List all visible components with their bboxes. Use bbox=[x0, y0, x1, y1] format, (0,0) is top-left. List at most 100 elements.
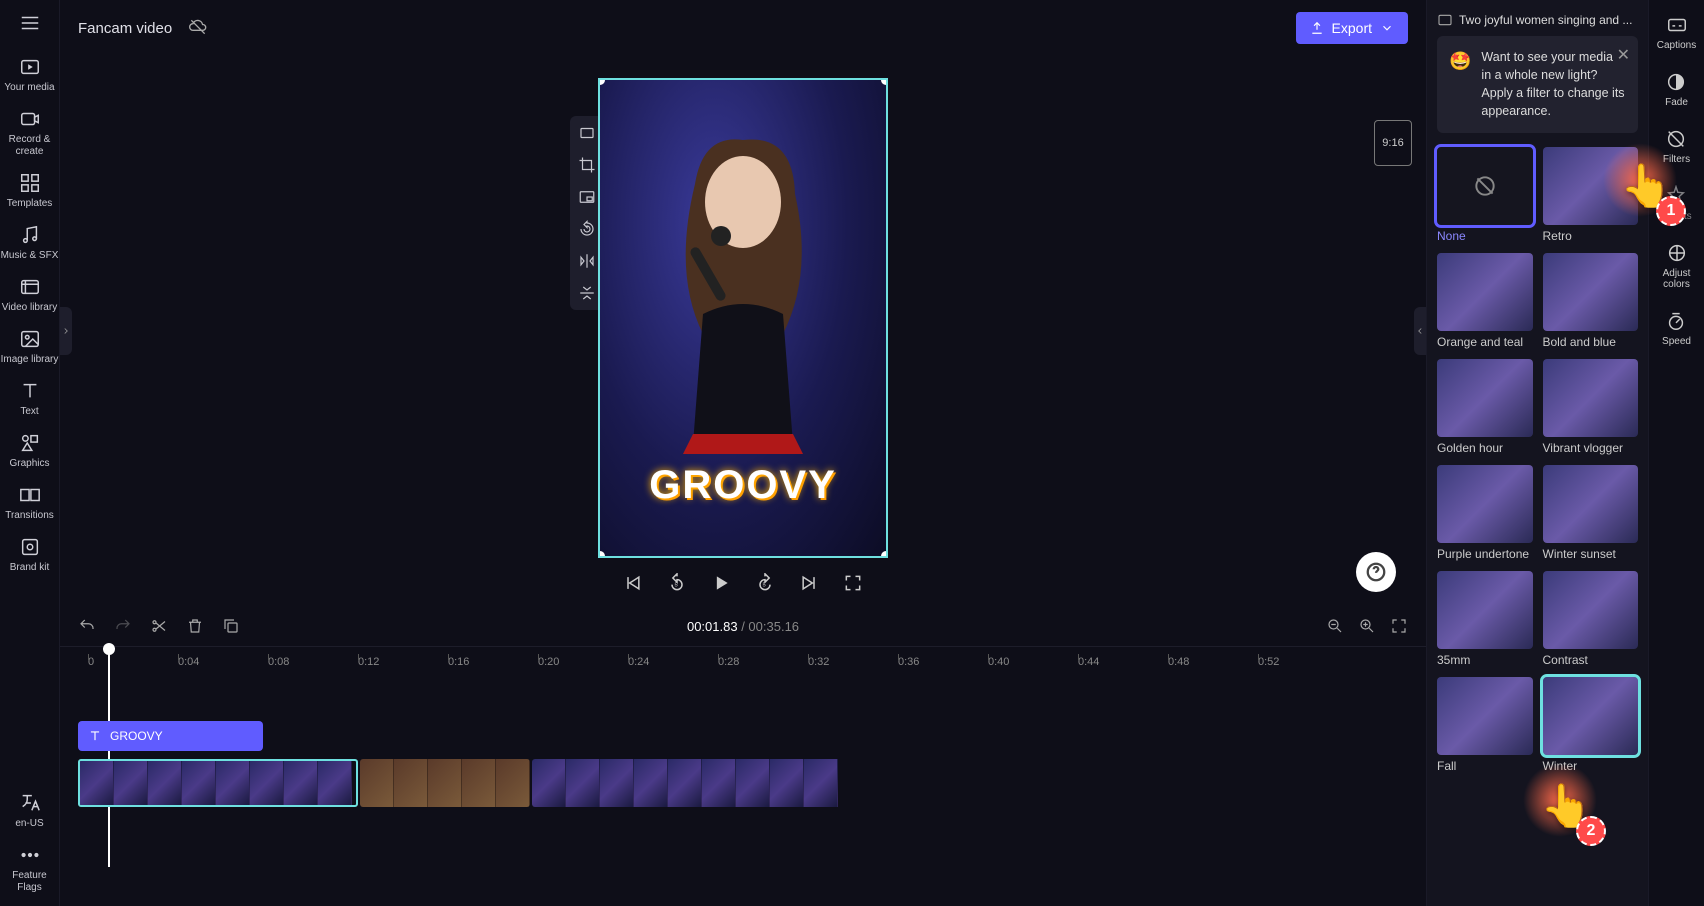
redo-icon[interactable] bbox=[114, 617, 132, 635]
filter-none[interactable]: None bbox=[1437, 147, 1533, 243]
delete-icon[interactable] bbox=[186, 617, 204, 635]
skip-forward-icon[interactable] bbox=[798, 572, 820, 594]
resize-handle-tl[interactable] bbox=[598, 78, 605, 85]
rotate-icon[interactable] bbox=[576, 218, 598, 240]
play-icon[interactable] bbox=[710, 572, 732, 594]
filter-retro[interactable]: Retro bbox=[1543, 147, 1639, 243]
filter-winter-sunset[interactable]: Winter sunset bbox=[1543, 465, 1639, 561]
filter-thumb bbox=[1543, 571, 1639, 649]
ruler-tick: 0:32 bbox=[808, 656, 898, 668]
singer-figure bbox=[643, 134, 843, 454]
prop-fade[interactable]: Fade bbox=[1665, 71, 1688, 108]
filter-label: Retro bbox=[1543, 229, 1639, 243]
nav-brand-kit[interactable]: Brand kit bbox=[0, 536, 59, 574]
zoom-fit-icon[interactable] bbox=[1390, 617, 1408, 635]
fit-icon[interactable] bbox=[576, 122, 598, 144]
text-track-clip[interactable]: GROOVY bbox=[78, 721, 263, 751]
filter-label: 35mm bbox=[1437, 653, 1533, 667]
prop-speed[interactable]: Speed bbox=[1662, 310, 1691, 347]
filter-label: Winter sunset bbox=[1543, 547, 1639, 561]
undo-icon[interactable] bbox=[78, 617, 96, 635]
filter-bold-blue[interactable]: Bold and blue bbox=[1543, 253, 1639, 349]
prop-filters[interactable]: Filters bbox=[1663, 128, 1690, 165]
resize-handle-tr[interactable] bbox=[881, 78, 888, 85]
filter-label: Contrast bbox=[1543, 653, 1639, 667]
prop-captions[interactable]: Captions bbox=[1657, 14, 1696, 51]
ruler-tick: 0 bbox=[88, 656, 178, 668]
filter-label: Winter bbox=[1543, 759, 1639, 773]
transport-controls: 5 5 bbox=[622, 572, 864, 594]
filter-grid: None Retro Orange and tealBold and blueGol… bbox=[1437, 147, 1638, 773]
svg-text:5: 5 bbox=[675, 582, 678, 588]
filter-label: Fall bbox=[1437, 759, 1533, 773]
expand-right-handle[interactable] bbox=[1414, 307, 1426, 355]
close-icon[interactable]: ✕ bbox=[1617, 44, 1630, 67]
filter-purple-undertone[interactable]: Purple undertone bbox=[1437, 465, 1533, 561]
project-title[interactable]: Fancam video bbox=[78, 20, 172, 37]
ruler-tick: 0:24 bbox=[628, 656, 718, 668]
filter-golden-hour[interactable]: Golden hour bbox=[1437, 359, 1533, 455]
ruler-tick: 0:12 bbox=[358, 656, 448, 668]
playhead[interactable] bbox=[108, 647, 110, 867]
ruler-tick: 0:52 bbox=[1258, 656, 1348, 668]
timeline-ruler[interactable]: 00:040:080:120:160:200:240:280:320:360:4… bbox=[78, 647, 1408, 677]
zoom-out-icon[interactable] bbox=[1326, 617, 1344, 635]
timeline[interactable]: 00:040:080:120:160:200:240:280:320:360:4… bbox=[60, 646, 1426, 906]
nav-text[interactable]: Text bbox=[0, 380, 59, 418]
cloud-sync-icon[interactable] bbox=[188, 17, 208, 40]
video-preview[interactable]: GROOVY bbox=[598, 78, 888, 558]
nav-label: Your media bbox=[4, 82, 54, 94]
nav-language[interactable]: en-US bbox=[0, 792, 59, 830]
video-track bbox=[78, 759, 858, 807]
split-icon[interactable] bbox=[150, 617, 168, 635]
nav-video-library[interactable]: Video library bbox=[0, 276, 59, 314]
nav-graphics[interactable]: Graphics bbox=[0, 432, 59, 470]
prop-adjust-colors[interactable]: Adjust colors bbox=[1649, 242, 1704, 290]
forward-5-icon[interactable]: 5 bbox=[754, 572, 776, 594]
filter-contrast[interactable]: Contrast bbox=[1543, 571, 1639, 667]
flip-v-icon[interactable] bbox=[576, 282, 598, 304]
filter-thumb bbox=[1437, 677, 1533, 755]
resize-handle-bl[interactable] bbox=[598, 551, 605, 558]
nav-templates[interactable]: Templates bbox=[0, 172, 59, 210]
skip-back-icon[interactable] bbox=[622, 572, 644, 594]
zoom-in-icon[interactable] bbox=[1358, 617, 1376, 635]
nav-label: Text bbox=[20, 406, 38, 418]
rewind-5-icon[interactable]: 5 bbox=[666, 572, 688, 594]
filter-fall[interactable]: Fall bbox=[1437, 677, 1533, 773]
nav-your-media[interactable]: Your media bbox=[0, 56, 59, 94]
hamburger-menu[interactable] bbox=[0, 12, 59, 34]
nav-label: Brand kit bbox=[10, 562, 49, 574]
ruler-tick: 0:36 bbox=[898, 656, 988, 668]
video-clip-3[interactable] bbox=[532, 759, 842, 807]
resize-handle-br[interactable] bbox=[881, 551, 888, 558]
crop-icon[interactable] bbox=[576, 154, 598, 176]
nav-record-create[interactable]: Record & create bbox=[0, 108, 59, 158]
nav-music-sfx[interactable]: Music & SFX bbox=[0, 224, 59, 262]
filter-thumb bbox=[1437, 571, 1533, 649]
help-button[interactable] bbox=[1356, 552, 1396, 592]
prop-effects[interactable]: Effects bbox=[1661, 185, 1691, 222]
overlay-text: GROOVY bbox=[600, 463, 886, 508]
aspect-badge[interactable]: 9:16 bbox=[1374, 120, 1412, 166]
fullscreen-icon[interactable] bbox=[842, 572, 864, 594]
filter-orange-teal[interactable]: Orange and teal bbox=[1437, 253, 1533, 349]
nav-feature-flags[interactable]: Feature Flags bbox=[0, 844, 59, 894]
pip-icon[interactable] bbox=[576, 186, 598, 208]
flip-h-icon[interactable] bbox=[576, 250, 598, 272]
filter-label: Purple undertone bbox=[1437, 547, 1533, 561]
video-clip-1[interactable] bbox=[78, 759, 358, 807]
nav-transitions[interactable]: Transitions bbox=[0, 484, 59, 522]
filter-vibrant-vlogger[interactable]: Vibrant vlogger bbox=[1543, 359, 1639, 455]
filter-thumb bbox=[1543, 359, 1639, 437]
duplicate-icon[interactable] bbox=[222, 617, 240, 635]
nav-image-library[interactable]: Image library bbox=[0, 328, 59, 366]
export-button[interactable]: Export bbox=[1296, 12, 1408, 44]
timeline-toolbar: 00:01.83 / 00:35.16 bbox=[60, 606, 1426, 646]
video-clip-2[interactable] bbox=[360, 759, 530, 807]
ruler-tick: 0:20 bbox=[538, 656, 628, 668]
nav-label: Record & create bbox=[0, 134, 59, 158]
filter-35mm[interactable]: 35mm bbox=[1437, 571, 1533, 667]
filters-panel: Two joyful women singing and ... 🤩 Want … bbox=[1426, 0, 1648, 906]
filter-winter[interactable]: Winter bbox=[1543, 677, 1639, 773]
